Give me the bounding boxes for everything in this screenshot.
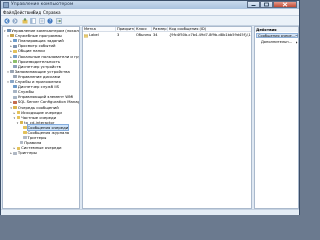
message-queue-icon (13, 105, 17, 109)
menu-help[interactable]: Справка (43, 10, 61, 15)
action-more-actions[interactable]: Дополнительн... (261, 40, 292, 44)
menu-bar: Файл Действие Вид Справка (1, 9, 299, 16)
maximize-icon (264, 2, 269, 7)
forward-button[interactable] (12, 17, 18, 24)
forward-icon (12, 17, 18, 24)
column-header-label[interactable]: Метка (83, 27, 116, 32)
help-icon: ? (47, 17, 53, 24)
trigger-icon (23, 136, 27, 140)
tools-icon (10, 34, 14, 38)
minimize-icon (251, 5, 256, 6)
trigger-icon (13, 151, 17, 155)
folder-icon (16, 146, 21, 150)
gear-icon (13, 90, 17, 94)
actions-header: Действия (255, 27, 298, 32)
submenu-arrow-icon (296, 40, 298, 44)
show-tree-icon (30, 17, 36, 24)
maximize-button[interactable] (260, 1, 273, 8)
column-header-class[interactable]: Класс (135, 27, 152, 32)
scheduler-icon (13, 39, 17, 43)
iis-icon (13, 85, 17, 89)
column-header-message-id[interactable]: Код сообщения (ID) (168, 27, 251, 32)
storage-icon (10, 70, 14, 74)
device-manager-icon (13, 64, 17, 68)
toolbar: ? (1, 16, 299, 26)
folder-icon (16, 115, 21, 119)
computer-icon (7, 29, 11, 33)
folder-open-icon (23, 126, 27, 130)
event-viewer-icon (13, 44, 17, 48)
properties-icon (39, 17, 45, 24)
computer-management-icon (3, 2, 9, 8)
folder-icon (16, 110, 21, 114)
export-icon (56, 17, 62, 24)
cell-priority: 3 (117, 33, 120, 37)
column-header-size[interactable]: Размер (152, 27, 168, 32)
wmi-icon (13, 95, 17, 99)
cell-label: Label (89, 33, 99, 37)
tree-item[interactable]: ▸ Триггеры (10, 150, 36, 155)
export-button[interactable] (56, 17, 62, 24)
console-tree: ▾Управление компьютером (локальным)▾Служ… (2, 26, 80, 209)
window-title: Управление компьютером (11, 2, 74, 7)
menu-view[interactable]: Вид (33, 10, 41, 15)
folder-icon (13, 49, 17, 53)
actions-pane: Действия Сообщения очере... Дополнительн… (254, 26, 299, 209)
cell-message-id: {9fc4f50b-c7b4-49d7-8f9b-d8b1bb59d45f}\1 (169, 33, 251, 37)
actions-section-messages[interactable]: Сообщения очере... (256, 33, 298, 38)
up-folder-button[interactable] (22, 17, 28, 24)
svg-text:?: ? (49, 18, 51, 23)
performance-icon (13, 59, 17, 63)
queue-icon (19, 121, 24, 125)
back-button[interactable] (4, 17, 10, 24)
message-list: Метка Приоритет Класс Размер Код сообщен… (82, 26, 252, 209)
cell-size: 34 (153, 33, 158, 37)
properties-button[interactable] (39, 17, 45, 24)
column-header-priority[interactable]: Приоритет (116, 27, 135, 32)
app-window: Управление компьютером Файл Действие Вид… (0, 0, 300, 215)
status-bar (1, 209, 299, 215)
folder-icon (23, 131, 27, 135)
up-folder-icon (22, 17, 28, 23)
tree-item-label: Триггеры (17, 150, 37, 156)
close-icon (282, 2, 288, 7)
rules-icon (19, 141, 24, 145)
show-tree-button[interactable] (30, 17, 36, 24)
menu-file[interactable]: Файл (3, 10, 14, 15)
back-icon (4, 17, 10, 24)
minimize-button[interactable] (247, 1, 260, 8)
disk-icon (13, 75, 17, 79)
cell-class: Обычный (136, 33, 151, 37)
title-bar: Управление компьютером (1, 1, 299, 9)
menu-action[interactable]: Действие (14, 10, 34, 15)
help-button[interactable]: ? (47, 17, 53, 24)
message-icon (84, 33, 88, 38)
sql-icon (13, 100, 17, 104)
users-icon (13, 54, 17, 58)
close-button[interactable] (273, 1, 297, 8)
collapse-icon[interactable] (295, 34, 298, 37)
services-icon (10, 80, 14, 84)
